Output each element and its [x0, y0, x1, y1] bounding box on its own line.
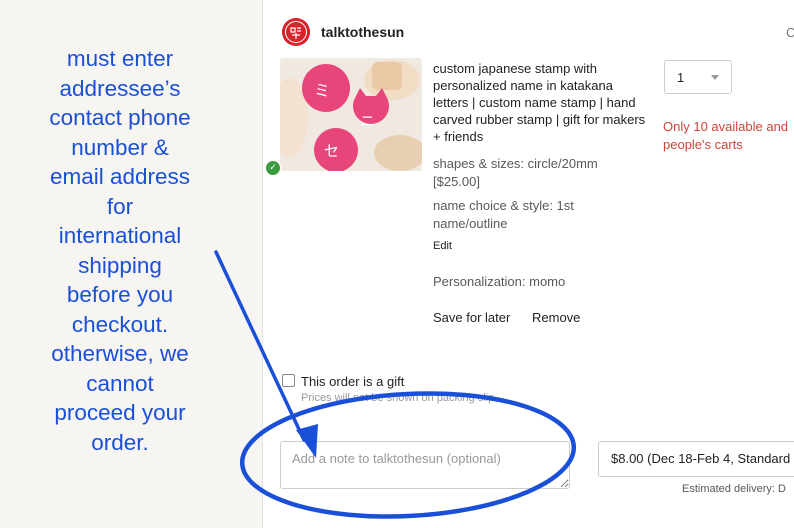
- note-to-seller-input[interactable]: [280, 441, 570, 489]
- chevron-down-icon: [711, 75, 719, 80]
- annotation-line: checkout.: [71, 311, 169, 337]
- annotation-text: must enter addressee’s contact phone num…: [28, 44, 212, 457]
- annotation-line: international: [58, 223, 182, 248]
- variation-name-style: name choice & style: 1st name/outline: [433, 198, 574, 231]
- variation-shape-size: shapes & sizes: circle/20mm [$25.00]: [433, 156, 598, 189]
- left-annotation-panel: must enter addressee’s contact phone num…: [0, 0, 263, 528]
- remove-button[interactable]: Remove: [532, 310, 580, 325]
- annotation-line: cannot: [86, 370, 154, 396]
- shop-logo-icon[interactable]: [282, 18, 310, 46]
- stock-warning: Only 10 available and people's carts: [663, 118, 794, 154]
- annotation-line: number &: [71, 134, 169, 160]
- product-title-link[interactable]: custom japanese stamp with personalized …: [433, 60, 648, 145]
- annotation-line: shipping: [78, 252, 162, 278]
- save-for-later-button[interactable]: Save for later: [433, 310, 510, 325]
- estimated-delivery-text: Estimated delivery: D: [682, 483, 786, 495]
- annotation-line: before you: [66, 282, 174, 307]
- svg-text:ミ: ミ: [314, 81, 330, 100]
- annotation-line: contact phone: [49, 105, 191, 130]
- annotation-line: must enter: [66, 46, 174, 71]
- edit-link[interactable]: Edit: [433, 240, 452, 252]
- shipping-option-select[interactable]: $8.00 (Dec 18-Feb 4, Standard: [598, 441, 794, 477]
- annotation-line: addressee’s: [59, 75, 181, 101]
- product-photo-image: ミ ニ セ: [280, 58, 422, 171]
- annotation-line: proceed your: [54, 400, 186, 425]
- annotation-line: order.: [91, 429, 149, 455]
- quantity-value: 1: [677, 70, 685, 85]
- gift-hint: Prices will not be shown on packing slip: [301, 392, 495, 404]
- stock-warning-line: people's carts: [663, 137, 743, 152]
- gift-label[interactable]: This order is a gift: [301, 374, 404, 389]
- annotation-line: email address: [49, 164, 191, 189]
- svg-text:ニ: ニ: [360, 112, 375, 130]
- annotation-line: for: [106, 193, 134, 219]
- quantity-select[interactable]: 1: [664, 60, 732, 94]
- annotation-line: otherwise, we: [51, 341, 189, 366]
- stock-warning-line: Only 10 available and: [663, 119, 789, 134]
- shop-name-link[interactable]: talktothesun: [321, 24, 404, 40]
- svg-text:セ: セ: [324, 142, 339, 160]
- contact-shop-link[interactable]: C: [786, 25, 794, 40]
- check-circle-icon: ✓: [265, 160, 281, 176]
- personalization-text: Personalization: momo: [433, 274, 566, 289]
- product-thumbnail[interactable]: ミ ニ セ: [280, 58, 422, 171]
- gift-checkbox[interactable]: [282, 374, 295, 387]
- shop-logo-glyph: [282, 18, 310, 46]
